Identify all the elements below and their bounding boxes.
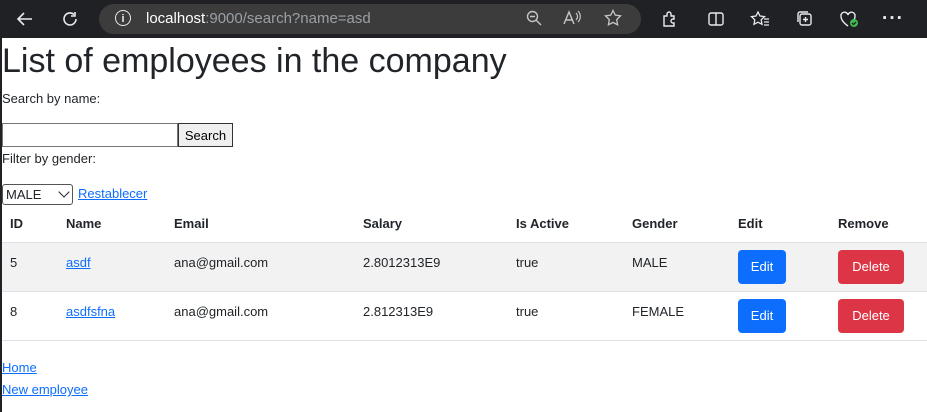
cell-id: 5 xyxy=(2,242,58,292)
cell-id: 8 xyxy=(2,291,58,341)
more-menu-icon[interactable]: ··· xyxy=(879,0,907,38)
search-input[interactable] xyxy=(2,123,178,147)
edit-button[interactable]: Edit xyxy=(738,299,786,333)
header-edit: Edit xyxy=(730,205,830,243)
page-title: List of employees in the company xyxy=(2,42,507,80)
cell-remove: Delete xyxy=(830,291,927,341)
cell-salary: 2.812313E9 xyxy=(355,291,508,341)
cell-remove: Delete xyxy=(830,242,927,292)
address-bar[interactable]: i localhost:9000/search?name=asd xyxy=(99,4,641,34)
header-salary: Salary xyxy=(355,205,508,243)
back-icon[interactable] xyxy=(10,0,40,38)
table-header-row: ID Name Email Salary Is Active Gender Ed… xyxy=(2,205,927,243)
employee-name-link[interactable]: asdf xyxy=(66,255,91,270)
zoom-icon[interactable] xyxy=(525,9,543,31)
header-is-active: Is Active xyxy=(508,205,624,243)
favorite-star-icon[interactable] xyxy=(604,9,622,31)
chevron-down-icon xyxy=(58,186,70,198)
search-label: Search by name: xyxy=(2,91,101,106)
new-employee-link[interactable]: New employee xyxy=(2,382,88,397)
split-screen-icon[interactable] xyxy=(702,0,730,38)
url-host: localhost xyxy=(146,10,206,27)
favorites-icon[interactable] xyxy=(746,0,774,38)
cell-edit: Edit xyxy=(730,242,830,292)
search-button[interactable]: Search xyxy=(178,123,233,147)
address-url[interactable]: localhost:9000/search?name=asd xyxy=(146,10,371,28)
cell-is-active: true xyxy=(508,291,624,341)
url-path: :9000/search?name=asd xyxy=(205,10,371,27)
cell-gender: FEMALE xyxy=(624,291,730,341)
reset-link[interactable]: Restablecer xyxy=(78,186,147,201)
header-name: Name xyxy=(58,205,166,243)
header-gender: Gender xyxy=(624,205,730,243)
header-id: ID xyxy=(2,205,58,243)
extensions-icon[interactable] xyxy=(656,0,684,38)
cell-name: asdf xyxy=(58,242,166,292)
read-aloud-icon[interactable] xyxy=(562,9,582,31)
edit-button[interactable]: Edit xyxy=(738,250,786,284)
filter-label: Filter by gender: xyxy=(2,151,96,166)
cell-salary: 2.8012313E9 xyxy=(355,242,508,292)
cell-gender: MALE xyxy=(624,242,730,292)
cell-edit: Edit xyxy=(730,291,830,341)
employee-name-link[interactable]: asdfsfna xyxy=(66,304,115,319)
header-email: Email xyxy=(166,205,355,243)
delete-button[interactable]: Delete xyxy=(838,299,904,333)
gender-selected-value: MALE xyxy=(6,187,42,202)
delete-button[interactable]: Delete xyxy=(838,250,904,284)
home-link[interactable]: Home xyxy=(2,360,37,375)
info-icon[interactable]: i xyxy=(115,10,131,26)
page-content: List of employees in the company Search … xyxy=(2,38,927,412)
collections-icon[interactable] xyxy=(791,0,819,38)
cell-email: ana@gmail.com xyxy=(166,291,355,341)
table-row: 8 asdfsfna ana@gmail.com 2.812313E9 true… xyxy=(2,291,927,341)
cell-is-active: true xyxy=(508,242,624,292)
cell-name: asdfsfna xyxy=(58,291,166,341)
header-remove: Remove xyxy=(830,205,927,243)
refresh-icon[interactable] xyxy=(55,0,85,38)
gender-select[interactable]: MALE xyxy=(2,184,73,205)
employees-table: ID Name Email Salary Is Active Gender Ed… xyxy=(2,205,927,341)
browser-essentials-icon[interactable] xyxy=(835,0,863,38)
table-row: 5 asdf ana@gmail.com 2.8012313E9 true MA… xyxy=(2,242,927,292)
browser-toolbar: i localhost:9000/search?name=asd ··· xyxy=(0,0,927,38)
cell-email: ana@gmail.com xyxy=(166,242,355,292)
